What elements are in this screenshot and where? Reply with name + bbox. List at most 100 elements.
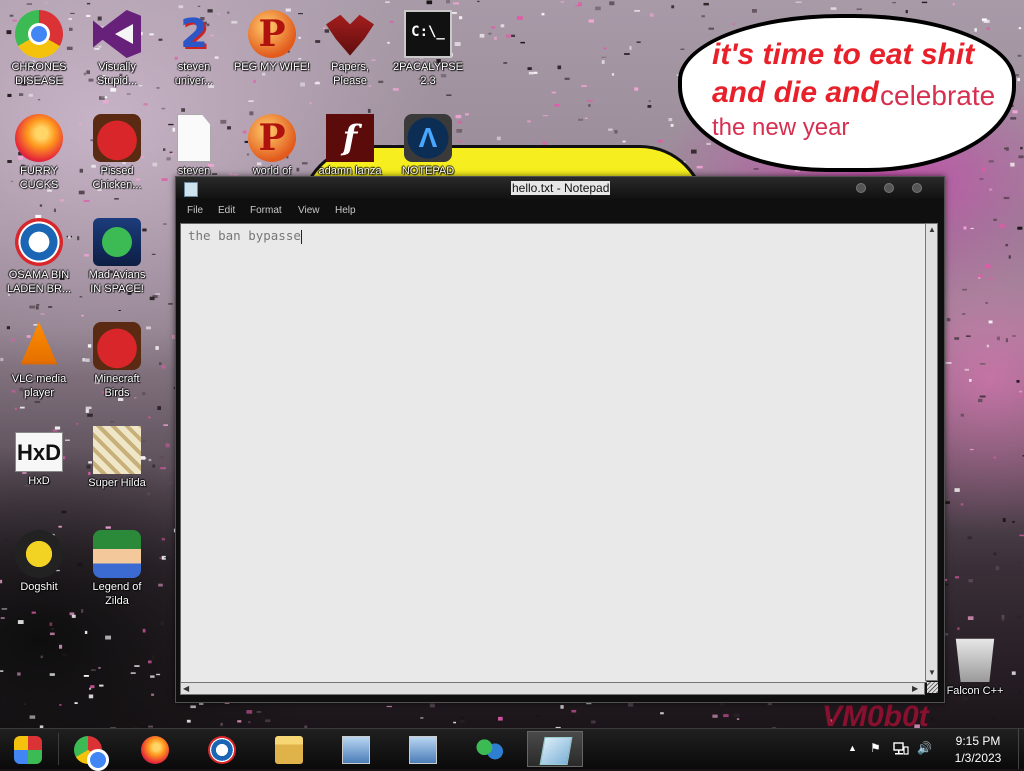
confetti-piece: [831, 7, 837, 10]
menu-edit[interactable]: Edit: [218, 205, 235, 216]
confetti-piece: [1020, 394, 1023, 396]
confetti-piece: [1015, 74, 1018, 76]
menu-file[interactable]: File: [187, 205, 203, 216]
vlc-cone-icon: [15, 322, 63, 370]
confetti-piece: [460, 717, 464, 719]
notepad-window[interactable]: hello.txt - Notepad File Edit Format Vie…: [175, 176, 945, 703]
confetti-piece: [892, 2, 896, 3]
taskbar-messenger[interactable]: [462, 731, 518, 767]
action-center-flag-icon[interactable]: ⚑: [870, 741, 881, 755]
command-prompt-icon: C:\_: [404, 10, 452, 58]
tray-show-hidden-icon[interactable]: ▲: [848, 743, 857, 753]
scroll-up-arrow-icon[interactable]: ▲: [928, 225, 936, 234]
confetti-piece: [945, 584, 949, 586]
desktop[interactable]: it's time to eat shit and die and celebr…: [0, 0, 1024, 728]
confetti-piece: [1004, 148, 1006, 150]
obama-logo-icon: [208, 736, 236, 764]
editor-content[interactable]: the ban bypasse: [188, 228, 302, 244]
confetti-piece: [989, 321, 993, 324]
desktop-icon-vlc[interactable]: VLC media player: [0, 318, 78, 418]
confetti-piece: [565, 78, 570, 80]
horizontal-scrollbar[interactable]: ◀ ▶: [180, 682, 925, 695]
resize-grip-icon[interactable]: [927, 682, 938, 693]
confetti-piece: [536, 715, 542, 717]
confetti-piece: [974, 28, 977, 32]
confetti-piece: [460, 720, 465, 722]
scroll-down-arrow-icon[interactable]: ▼: [928, 668, 936, 677]
confetti-piece: [706, 143, 711, 145]
confetti-piece: [27, 3, 32, 5]
volume-icon[interactable]: 🔊: [917, 741, 932, 755]
desktop-icon-legend-zilda[interactable]: Legend of Zilda: [78, 526, 156, 626]
desktop-icon-2pacalypse[interactable]: C:\_ 2PACALYPSE 2.3: [389, 6, 467, 106]
text-editor-area[interactable]: the ban bypasse: [180, 223, 927, 683]
menu-bar: File Edit Format View Help: [176, 202, 944, 220]
taskbar-notepad-active[interactable]: [527, 731, 583, 767]
desktop-icon-firefox[interactable]: FURRY CUCKS: [0, 110, 78, 210]
desktop-icon-peg-my-wife[interactable]: P PEG MY WIFE!: [233, 6, 311, 106]
setup-installer-icon: [342, 736, 370, 764]
confetti-piece: [163, 424, 168, 425]
desktop-icon-hxd[interactable]: HxD HxD: [0, 422, 78, 522]
clock-date[interactable]: 1/3/2023: [938, 751, 1018, 765]
desktop-icon-mad-avians[interactable]: Mad Avians IN SPACE!: [78, 214, 156, 314]
menu-help[interactable]: Help: [335, 205, 356, 216]
network-icon[interactable]: [893, 742, 909, 756]
confetti-piece: [501, 24, 505, 27]
confetti-piece: [453, 3, 459, 5]
confetti-piece: [691, 150, 697, 154]
confetti-piece: [997, 337, 1000, 341]
scroll-right-arrow-icon[interactable]: ▶: [912, 684, 918, 693]
desktop-icon-dogshit[interactable]: Dogshit: [0, 526, 78, 626]
desktop-icon-steven-universe[interactable]: 2 steven univer...: [155, 6, 233, 106]
confetti-piece: [156, 674, 160, 675]
desktop-icon-chrome[interactable]: CHRONES DISEASE: [0, 6, 78, 106]
confetti-piece: [984, 20, 990, 23]
confetti-piece: [166, 443, 170, 447]
confetti-piece: [954, 337, 959, 340]
confetti-piece: [1010, 163, 1014, 167]
taskbar-setup-1[interactable]: [328, 731, 384, 767]
confetti-piece: [1002, 619, 1004, 620]
confetti-piece: [20, 700, 24, 702]
clock-time[interactable]: 9:15 PM: [938, 734, 1018, 748]
confetti-piece: [629, 46, 631, 50]
taskbar: ▲ ⚑ 🔊 9:15 PM 1/3/2023: [0, 728, 1024, 769]
start-button[interactable]: [0, 731, 56, 767]
desktop-icon-super-hilda[interactable]: Super Hilda: [78, 422, 156, 522]
confetti-piece: [1020, 535, 1024, 537]
flash-player-icon: f: [326, 114, 374, 162]
visual-studio-icon: [93, 10, 141, 58]
confetti-piece: [1019, 27, 1021, 29]
taskbar-obama[interactable]: [194, 731, 250, 767]
confetti-piece: [1010, 117, 1016, 120]
text-caret: [301, 230, 302, 244]
desktop-icon-minecraft-birds[interactable]: Minecraft Birds: [78, 318, 156, 418]
confetti-piece: [712, 715, 717, 718]
taskbar-file-explorer[interactable]: [261, 731, 317, 767]
taskbar-chrome[interactable]: [60, 731, 116, 767]
confetti-piece: [681, 49, 685, 50]
close-button[interactable]: [912, 183, 922, 193]
show-desktop-button[interactable]: [1018, 729, 1024, 769]
scroll-left-arrow-icon[interactable]: ◀: [183, 684, 189, 693]
confetti-piece: [962, 313, 965, 315]
desktop-icon-osama[interactable]: OSAMA BIN LADEN BR...: [0, 214, 78, 314]
desktop-icon-label: VLC media player: [0, 372, 78, 400]
vertical-scrollbar[interactable]: ▲ ▼: [925, 223, 938, 681]
taskbar-setup-2[interactable]: [395, 731, 451, 767]
desktop-icon-pissed-chickens[interactable]: Pissed Chicken...: [78, 110, 156, 210]
menu-format[interactable]: Format: [250, 205, 282, 216]
desktop-icon-falcon[interactable]: Falcon C++: [936, 630, 1014, 728]
taskbar-firefox[interactable]: [127, 731, 183, 767]
desktop-icon-papers-please[interactable]: Papers, Please: [311, 6, 389, 106]
confetti-piece: [506, 34, 511, 37]
menu-view[interactable]: View: [298, 205, 320, 216]
confetti-piece: [1003, 518, 1006, 522]
desktop-icon-label: 2PACALYPSE 2.3: [389, 60, 467, 88]
desktop-icon-visual-studio[interactable]: Visually Stupid...: [78, 6, 156, 106]
window-titlebar[interactable]: hello.txt - Notepad: [176, 177, 944, 199]
notepad-app-icon[interactable]: [184, 182, 198, 197]
minimize-button[interactable]: [856, 183, 866, 193]
maximize-button[interactable]: [884, 183, 894, 193]
